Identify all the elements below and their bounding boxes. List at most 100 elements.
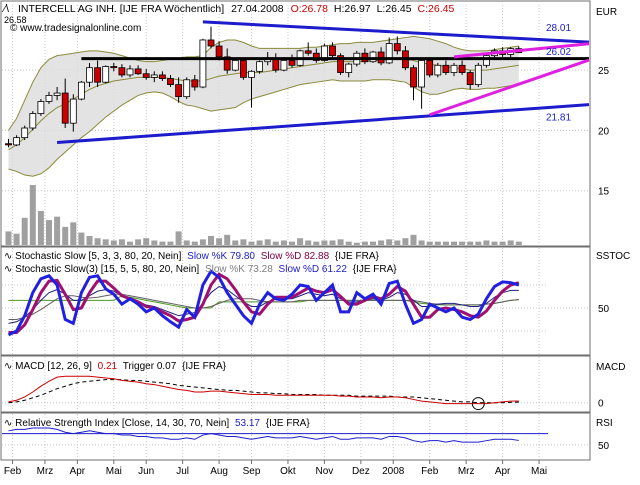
candle-body [150, 74, 158, 78]
candle-body [450, 64, 458, 73]
stoch-legend1-d: Slow %D 82.88 [261, 251, 330, 262]
candle-body [410, 67, 417, 88]
volume-bar [329, 240, 336, 245]
chart-svg: 28.0126.0221.81 ⁄\ INTERCELL AG INH. [IJ… [0, 0, 630, 477]
header-title: INTERCELL AG INH. [IJE FRA Wöchentlich] [18, 3, 224, 15]
candle-body [86, 67, 93, 83]
volume-bar [5, 231, 12, 245]
volume-bar [402, 238, 409, 245]
volume-bar [451, 241, 457, 245]
candle-body [94, 67, 101, 83]
volume-bar [289, 241, 295, 245]
volume-bar [337, 239, 344, 245]
candle-body [21, 127, 29, 139]
macd-legend-suffix: {IJE FRA} [182, 361, 227, 372]
macd-panel-label: MACD [596, 362, 625, 373]
x-tick-label: Apr [495, 466, 511, 477]
volume-bar [345, 241, 352, 245]
volume-bar [78, 232, 85, 245]
volume-bar [127, 241, 133, 245]
candle-body [29, 113, 37, 129]
rsi-legend-icon: ∿ [4, 418, 12, 429]
volume-bar [102, 239, 109, 245]
volume-bar [305, 240, 312, 245]
volume-bar [491, 241, 498, 245]
x-tick-label: Apr [70, 466, 86, 477]
volume-bar [224, 234, 231, 245]
candle-body [167, 78, 174, 85]
volume-bar [216, 238, 223, 245]
volume-bar [361, 241, 368, 245]
candle-body [110, 66, 118, 69]
candle-body [142, 73, 150, 78]
candle-body [61, 92, 69, 124]
x-tick-label: Mai [531, 466, 547, 477]
candle-body [239, 60, 247, 78]
candle-body [418, 60, 426, 88]
header-open: O:26.78 [291, 3, 329, 15]
volume-bar [475, 241, 482, 245]
volume-bar [378, 240, 385, 245]
x-tick-label: Mai [106, 466, 122, 477]
candle-body [207, 39, 215, 47]
volume-bar [175, 231, 182, 245]
macd-legend-value: 0.21 [98, 361, 118, 372]
stoch-legend2-k: Slow %K 73.28 [205, 264, 273, 275]
candle-body [466, 72, 474, 85]
svg-text:∿ Stochastic Slow [5, 3,: ∿ Stochastic Slow [5, 3, 3, 80, 20, Nein… [4, 251, 379, 262]
candle-body [183, 79, 191, 98]
x-tick-label: Jun [138, 466, 154, 477]
volume-bar [370, 241, 376, 245]
candle-body [175, 84, 183, 98]
volume-bar [143, 238, 150, 245]
x-tick-label: Nov [316, 466, 334, 477]
rsi-legend-suffix: {IJE FRA} [266, 418, 311, 429]
volume-bar [459, 241, 466, 245]
volume-bar [37, 211, 44, 245]
volume-bar [135, 239, 142, 245]
candle-body [13, 137, 21, 146]
candle-body [118, 67, 126, 76]
candle-body [256, 61, 264, 72]
x-tick-label: Feb [421, 466, 439, 477]
macd-y-tick: 0 [598, 399, 604, 410]
candle-body [304, 50, 312, 54]
stoch-legend1-suffix: {IJE FRA} [335, 251, 380, 262]
svg-text:∿ MACD [12, 26, 9]: ∿ MACD [12, 26, 9] 0.21 Trigger 0.07 {IJ… [4, 361, 227, 372]
volume-bar [256, 240, 263, 245]
header-high: H:26.97 [334, 3, 371, 15]
volume-bar [159, 241, 166, 245]
candle-body [248, 70, 255, 78]
volume-bar [94, 238, 101, 245]
stoch-legend2-d: Slow %D 61.22 [279, 264, 348, 275]
candle-body [37, 101, 45, 114]
header-date: 27.04.2008 [231, 3, 284, 15]
rsi-legend-prefix: Relative Strength Index [Close, 14, 30, … [15, 418, 229, 429]
volume-bar [21, 217, 28, 245]
candle-body [458, 64, 466, 73]
price-y-tick: 20 [598, 126, 610, 137]
macd-legend-prefix: MACD [12, 26, 9] [15, 361, 92, 372]
stoch-y-tick: 50 [598, 304, 610, 315]
candle-body [369, 51, 377, 63]
volume-bar [46, 220, 52, 245]
stoch-panel-label: SSTOC [596, 251, 630, 262]
level-label: 21.81 [546, 113, 571, 124]
macd-legend-icon: ∿ [4, 361, 12, 372]
x-tick-label: Jul [176, 466, 189, 477]
candle-body [280, 60, 288, 71]
x-tick-label: Aug [210, 466, 228, 477]
stoch-legend1-icon: ∿ [4, 251, 12, 262]
x-tick-label: Feb [4, 466, 22, 477]
volume-bar [208, 235, 214, 245]
level-label: 26.02 [546, 47, 571, 58]
volume-bar [151, 240, 158, 245]
volume-bar [410, 234, 417, 245]
volume-bar [62, 226, 69, 245]
volume-bar [248, 241, 255, 245]
volume-bar [394, 240, 401, 245]
candle-body [393, 43, 401, 52]
x-tick-label: 2008 [382, 466, 405, 477]
svg-text:INTERCELL AG INH. [IJE FRA Wö: INTERCELL AG INH. [IJE FRA Wöchentlich] … [18, 3, 454, 15]
candle-body [158, 74, 166, 79]
